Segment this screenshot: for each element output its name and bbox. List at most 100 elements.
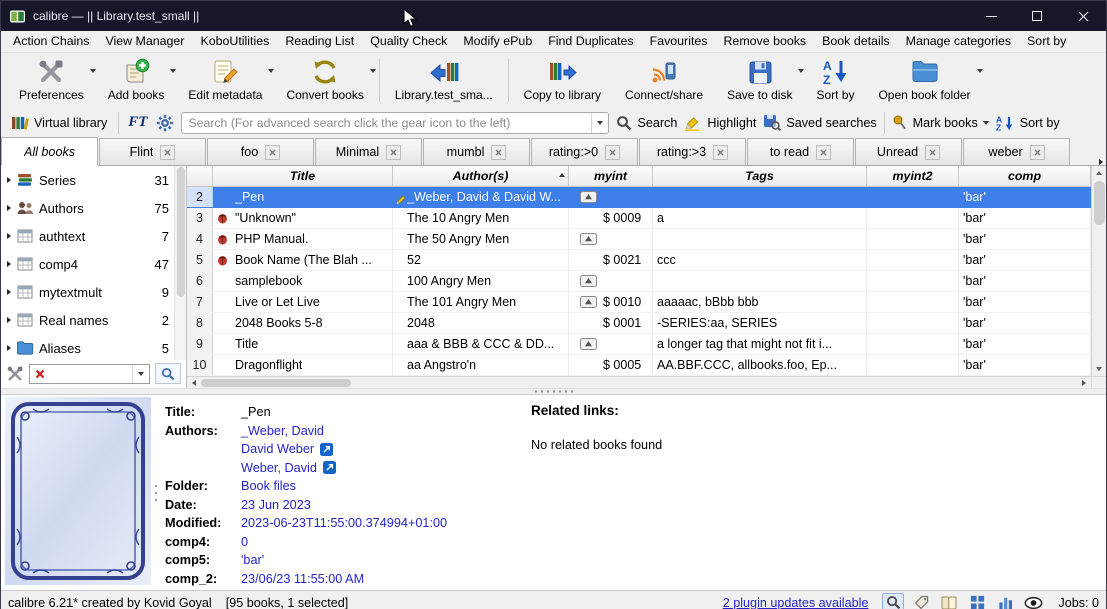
table-row[interactable]: 9 Title aaa & BBB & CCC & DD... a longer…	[187, 334, 1091, 355]
menu-action-chains[interactable]: Action Chains	[5, 31, 97, 52]
external-link-icon[interactable]	[322, 461, 336, 475]
clear-filter-icon[interactable]	[35, 369, 45, 379]
tab-mumbl[interactable]: mumbl	[423, 138, 530, 165]
toolbar-convert-books[interactable]: Convert books	[274, 53, 376, 108]
toolbar-edit-metadata[interactable]: Edit metadata	[176, 53, 275, 108]
author-link[interactable]: Weber, David	[241, 461, 317, 475]
menu-book-details[interactable]: Book details	[814, 31, 898, 52]
tab-weber[interactable]: weber	[963, 138, 1070, 165]
title-cell[interactable]: Title	[213, 334, 393, 355]
scroll-down-button[interactable]	[1092, 362, 1106, 376]
authors-cell[interactable]: aaa & BBB & CCC & DD...	[393, 334, 569, 355]
myint-cell[interactable]: $ 0010	[569, 292, 653, 313]
authors-cell[interactable]: The 50 Angry Men	[393, 229, 569, 250]
sidebar-scrollbar[interactable]	[174, 166, 186, 360]
myint-cell[interactable]: $ 0005	[569, 355, 653, 376]
authors-cell[interactable]: 2048	[393, 313, 569, 334]
folder-link[interactable]: Book files	[241, 479, 296, 493]
sort-by-button[interactable]: AZ Sort by	[996, 115, 1060, 131]
myint-cell[interactable]: $ 0021	[569, 250, 653, 271]
menu-quality-check[interactable]: Quality Check	[362, 31, 455, 52]
myint2-cell[interactable]	[867, 229, 959, 250]
authors-cell[interactable]: _Weber, David & David W...	[393, 187, 569, 208]
myint2-cell[interactable]	[867, 250, 959, 271]
tag-browser-toggle-button[interactable]	[910, 593, 932, 609]
plugin-updates-link[interactable]: 2 plugin updates available	[723, 596, 869, 609]
book-details-toggle-button[interactable]	[938, 593, 960, 609]
myint-cell[interactable]: $ 0001	[569, 313, 653, 334]
comp-cell[interactable]: 'bar'	[959, 187, 1091, 208]
toolbar-copy-to-library[interactable]: Copy to library	[512, 53, 613, 108]
fulltext-search-button[interactable]: FT	[126, 114, 149, 131]
tab-close-icon[interactable]	[160, 144, 176, 160]
table-row[interactable]: 6 samplebook 100 Angry Men 'bar'	[187, 271, 1091, 292]
tab-close-icon[interactable]	[816, 144, 832, 160]
mark-books-button[interactable]: Mark books	[892, 115, 989, 131]
tab-close-icon[interactable]	[713, 144, 729, 160]
expand-arrow-icon[interactable]	[7, 233, 11, 239]
expand-arrow-icon[interactable]	[7, 345, 11, 351]
toolbar-save-to-disk[interactable]: Save to disk	[715, 53, 805, 108]
title-cell[interactable]: _Pen	[213, 187, 393, 208]
jobs-button[interactable]: Jobs: 0	[1058, 596, 1099, 609]
highlight-button[interactable]: Highlight	[684, 114, 756, 131]
table-row[interactable]: 5 Book Name (The Blah ... 52 $ 0021 ccc …	[187, 250, 1091, 271]
myint-cell[interactable]	[569, 229, 653, 250]
tags-cell[interactable]: ccc	[653, 250, 867, 271]
scrollbar-thumb[interactable]	[201, 378, 351, 387]
tags-cell[interactable]: -SERIES:aa, SERIES	[653, 313, 867, 334]
tab-rating-gt3[interactable]: rating:>3	[639, 138, 746, 165]
toolbar-open-book-folder[interactable]: Open book folder	[866, 53, 983, 108]
book-cover[interactable]	[5, 397, 151, 588]
details-splitter[interactable]	[151, 395, 161, 590]
horizontal-scrollbar[interactable]	[187, 376, 1106, 388]
myint2-cell[interactable]	[867, 355, 959, 376]
external-link-icon[interactable]	[320, 442, 334, 456]
authors-cell[interactable]: The 10 Angry Men	[393, 208, 569, 229]
scroll-up-button[interactable]	[1092, 166, 1106, 180]
expand-arrow-icon[interactable]	[7, 289, 11, 295]
myint-cell[interactable]: $ 0009	[569, 208, 653, 229]
myint2-cell[interactable]	[867, 334, 959, 355]
menu-sort-by[interactable]: Sort by	[1019, 31, 1074, 52]
comp-cell[interactable]: 'bar'	[959, 313, 1091, 334]
tag-browser-search-button[interactable]	[155, 363, 181, 384]
toolbar-sort-by[interactable]: AZ Sort by	[804, 53, 866, 108]
table-row[interactable]: 3 "Unknown" The 10 Angry Men $ 0009 a 'b…	[187, 208, 1091, 229]
sidebar-item-authors[interactable]: Authors 75	[1, 194, 173, 222]
tab-close-icon[interactable]	[925, 144, 941, 160]
myint2-cell[interactable]	[867, 187, 959, 208]
myint-cell[interactable]	[569, 187, 653, 208]
menu-reading-list[interactable]: Reading List	[277, 31, 362, 52]
search-options-gear-icon[interactable]	[156, 114, 174, 132]
tag-browser-filter-combo[interactable]	[29, 363, 150, 384]
menu-koboutilities[interactable]: KoboUtilities	[192, 31, 277, 52]
header-comp[interactable]: comp	[959, 166, 1091, 186]
vertical-scrollbar[interactable]	[1091, 166, 1106, 376]
tags-cell[interactable]: a longer tag that might not fit i...	[653, 334, 867, 355]
sidebar-item-authtext[interactable]: authtext 7	[1, 222, 173, 250]
menu-manage-categories[interactable]: Manage categories	[898, 31, 1019, 52]
toolbar-add-books[interactable]: Add books	[96, 53, 177, 108]
sidebar-item-mytextmult[interactable]: mytextmult 9	[1, 278, 173, 306]
minimize-button[interactable]	[968, 1, 1014, 31]
authors-cell[interactable]: 100 Angry Men	[393, 271, 569, 292]
tab-all-books[interactable]: All books	[1, 137, 98, 166]
comp-cell[interactable]: 'bar'	[959, 250, 1091, 271]
authors-cell[interactable]: aa Angstro'n	[393, 355, 569, 376]
header-tags[interactable]: Tags	[653, 166, 867, 186]
expand-arrow-icon[interactable]	[7, 261, 11, 267]
scroll-right-button[interactable]	[1077, 377, 1091, 388]
myint2-cell[interactable]	[867, 271, 959, 292]
chevron-down-icon[interactable]	[982, 120, 989, 125]
tags-cell[interactable]: aaaaac, bBbb bbb	[653, 292, 867, 313]
toolbar-connect-share[interactable]: Connect/share	[613, 53, 715, 108]
expand-arrow-icon[interactable]	[7, 317, 11, 323]
myint2-cell[interactable]	[867, 292, 959, 313]
scroll-left-button[interactable]	[187, 377, 201, 388]
search-history-dropdown[interactable]	[591, 112, 608, 133]
header-authors[interactable]: Author(s)	[393, 166, 569, 186]
virtual-library-button[interactable]: Virtual library	[7, 113, 111, 133]
menu-remove-books[interactable]: Remove books	[715, 31, 814, 52]
menu-favourites[interactable]: Favourites	[642, 31, 716, 52]
